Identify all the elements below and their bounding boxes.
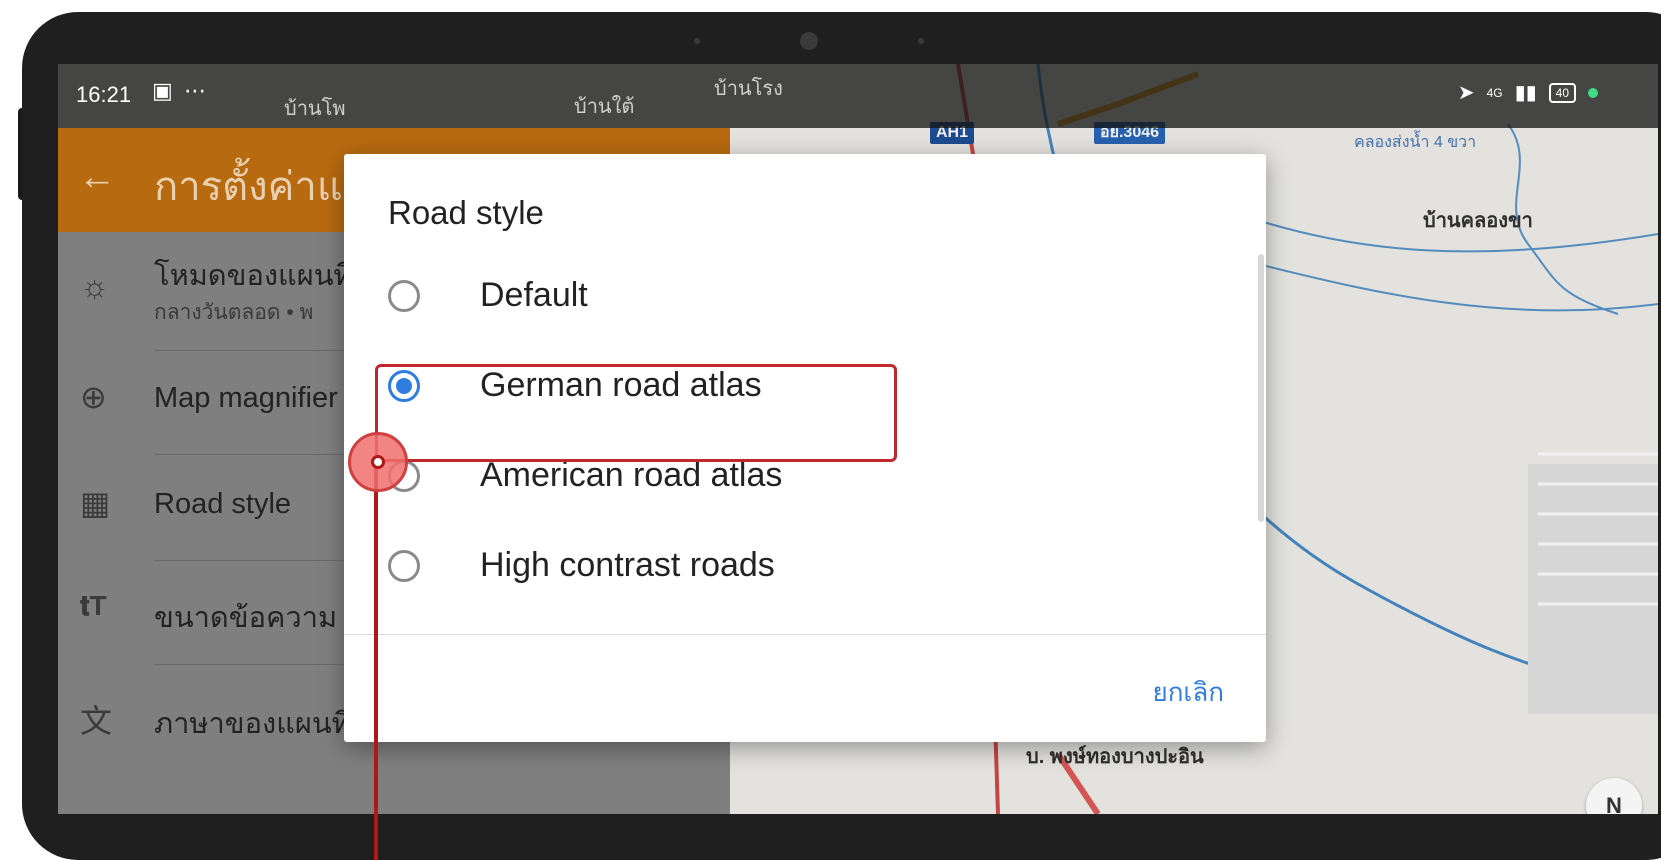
annotation-highlight-box (375, 364, 897, 462)
option-default[interactable]: Default (388, 260, 1208, 340)
settings-item-label: Road style (154, 488, 292, 520)
zoom-in-icon: ⊕ (80, 379, 107, 415)
sun-icon: ☼ (80, 268, 110, 304)
notification-icon: ▣ (152, 78, 173, 103)
settings-item-label: ภาษาของแผนที่ (154, 708, 351, 740)
annotation-pointer-line (374, 462, 378, 860)
translate-icon: 文 (80, 703, 113, 739)
map-label: บ้านโพ (284, 98, 346, 120)
back-arrow-icon[interactable]: ← (78, 156, 116, 199)
status-bar: 16:21 ▣ ⋯ บ้านโพ บ้านใต้ บ้านโรง ➤ 4G ▮▮… (58, 64, 1658, 128)
radio-button[interactable] (388, 280, 420, 312)
settings-item-sub: กลางวันตลอด • พ (154, 301, 314, 324)
compass-icon: N (1606, 793, 1622, 814)
settings-item-label: โหมดของแผนที่ (154, 260, 353, 292)
option-high-contrast-roads[interactable]: High contrast roads (388, 530, 1208, 610)
status-time: 16:21 (76, 82, 132, 107)
front-camera (800, 32, 818, 50)
settings-title: การตั้งค่าแ (154, 165, 343, 209)
status-icons: ➤ 4G ▮▮ 40 (1458, 80, 1598, 105)
road-icon: ▦ (80, 485, 111, 521)
dialog-title: Road style (388, 194, 544, 231)
camera-in-use-dot (1588, 87, 1598, 98)
settings-item-label: ขนาดข้อความ (154, 602, 338, 634)
click-marker (348, 432, 408, 492)
dialog-divider (344, 634, 1266, 635)
battery-icon: 40 (1548, 82, 1576, 103)
signal-icon: ▮▮ (1514, 82, 1537, 104)
map-label: บ้านใต้ (574, 96, 635, 118)
more-notifications-icon: ⋯ (184, 78, 206, 103)
location-icon: ➤ (1457, 82, 1475, 104)
sensor-dot (694, 38, 700, 44)
scrollbar[interactable] (1258, 254, 1264, 522)
option-label: Default (480, 276, 588, 314)
text-size-icon: 𝐭T (80, 590, 107, 621)
map-label: บ้านโรง (714, 78, 783, 100)
sensor-dot (918, 38, 924, 44)
cancel-button[interactable]: ยกเลิก (1152, 672, 1224, 713)
settings-item-label: Map magnifier (154, 382, 338, 414)
radio-button[interactable] (388, 550, 420, 582)
network-type: 4G (1486, 85, 1503, 100)
option-label: High contrast roads (480, 546, 775, 584)
